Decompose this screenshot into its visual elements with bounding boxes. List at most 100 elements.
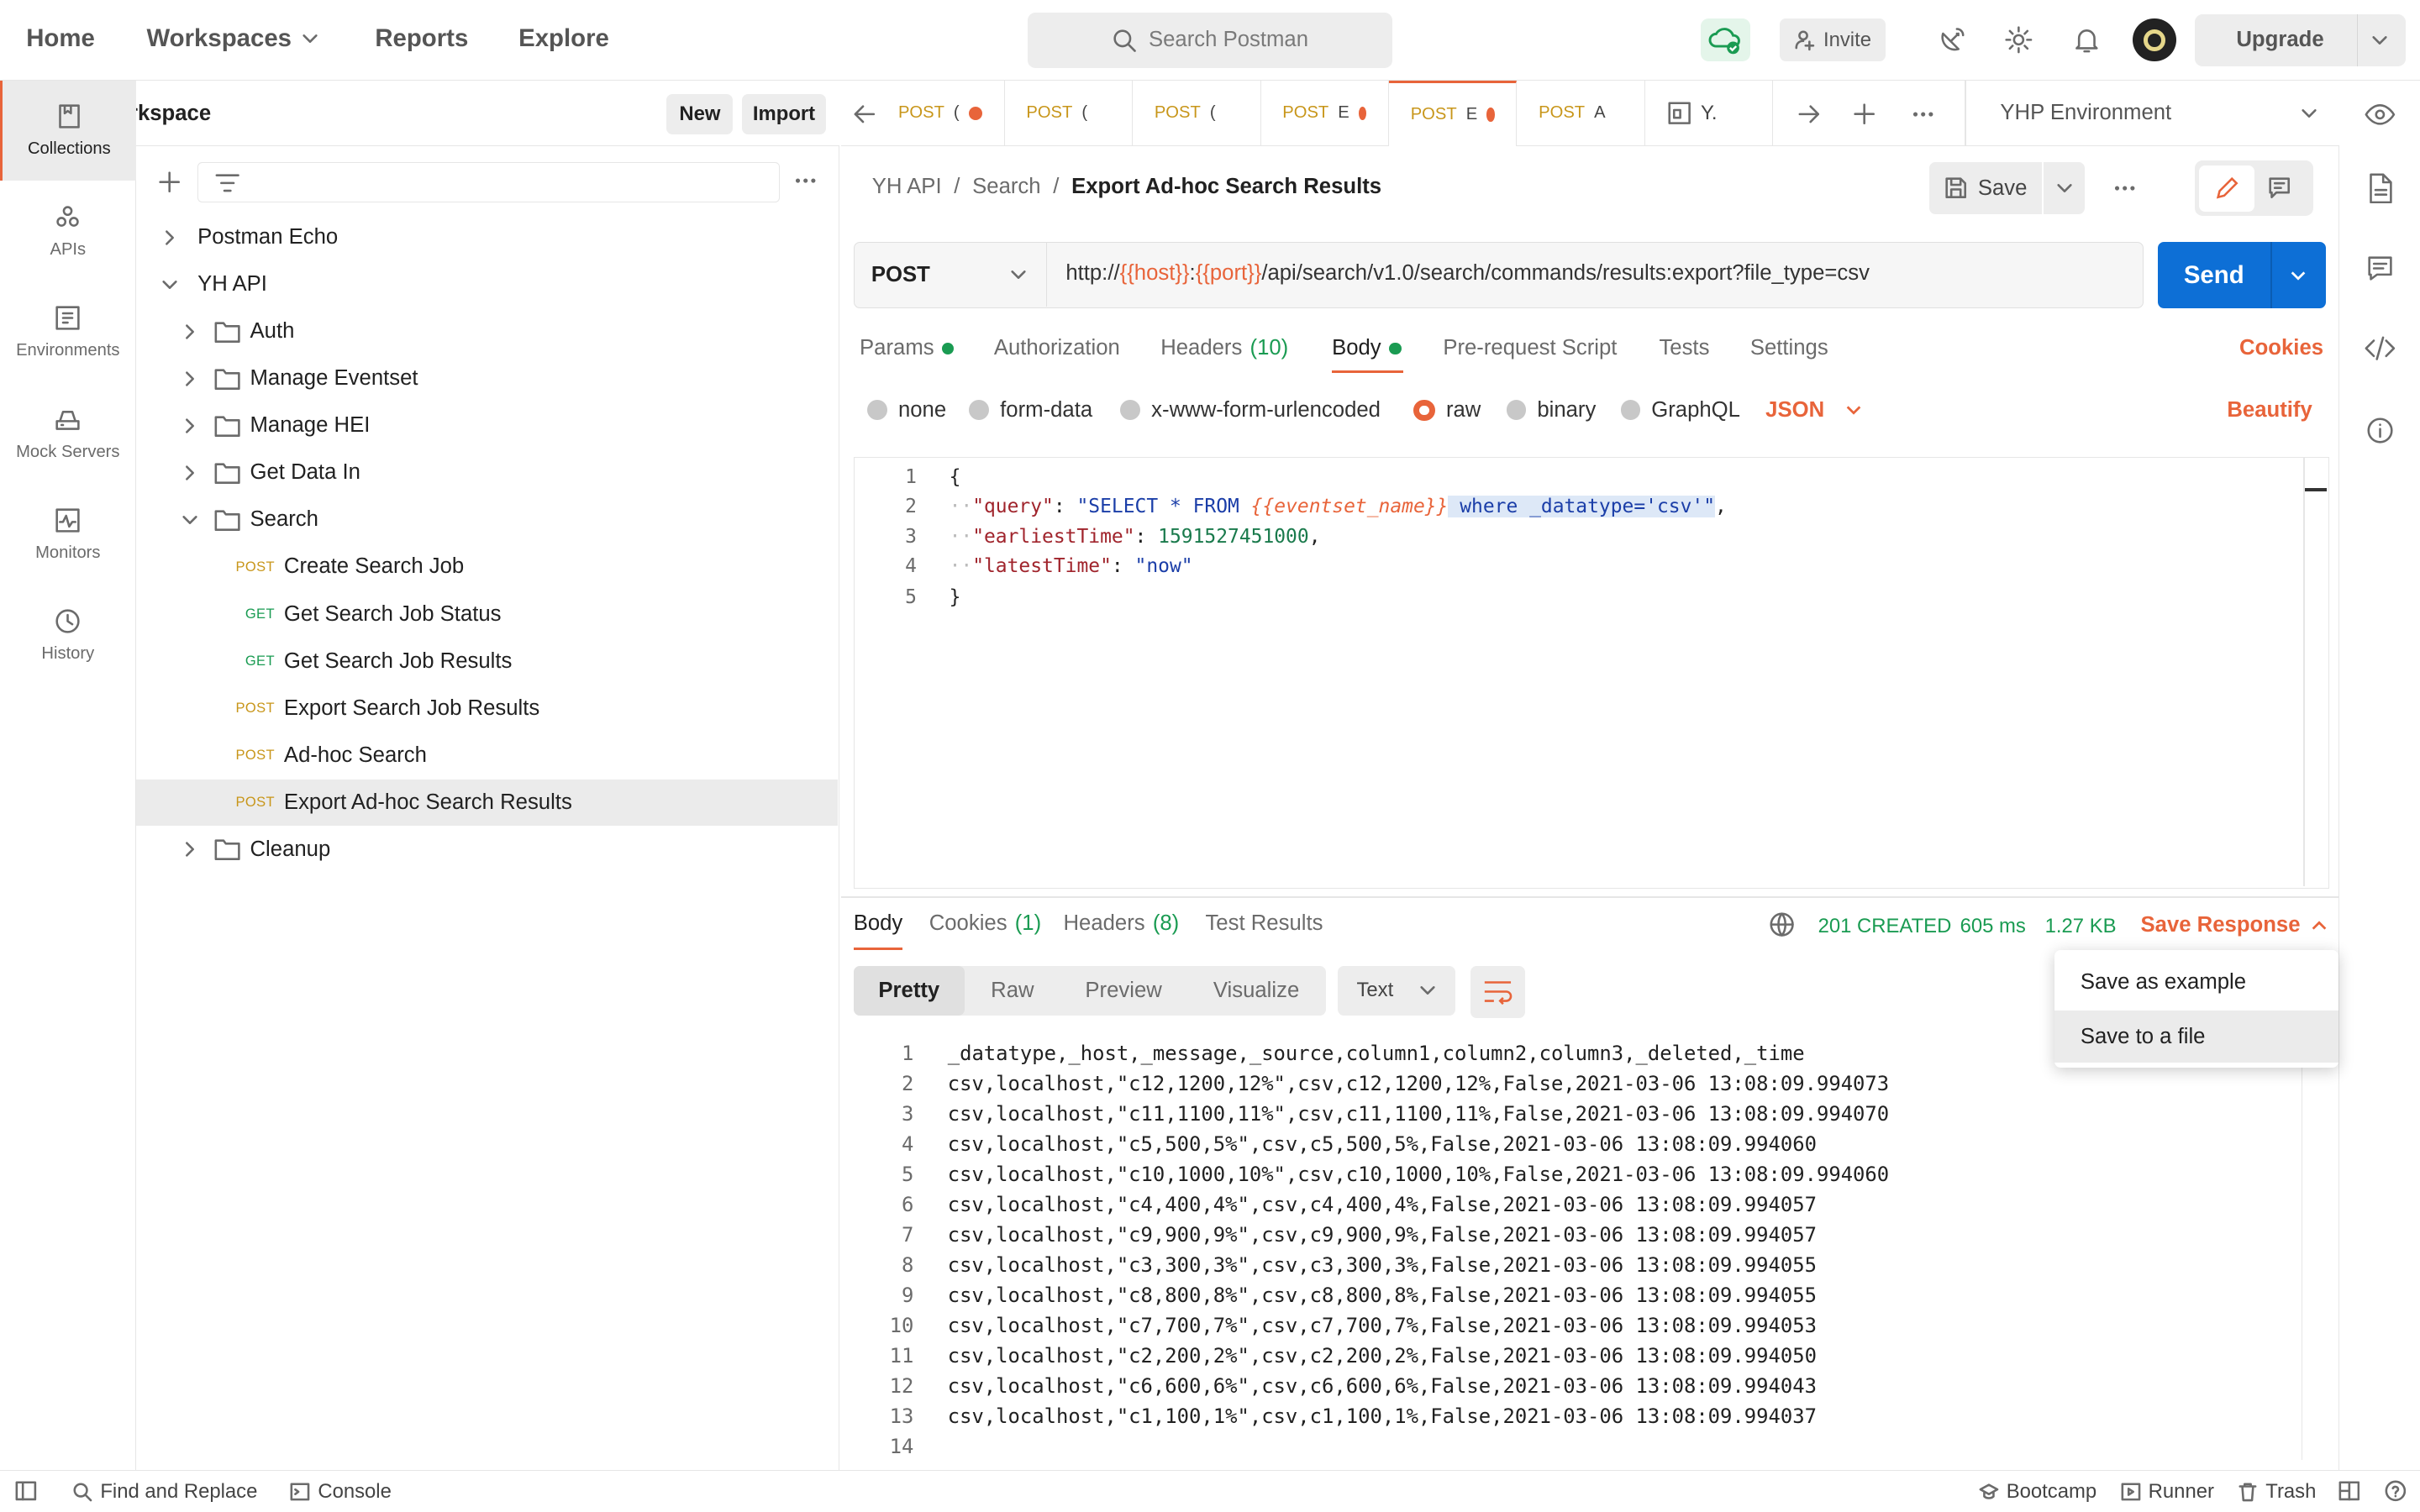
- radio-raw[interactable]: raw: [1413, 398, 1481, 423]
- tab-request-2[interactable]: POST (: [1005, 80, 1134, 147]
- bootcamp-button[interactable]: Bootcamp: [1979, 1480, 2096, 1504]
- request-item[interactable]: POST Export Search Job Results: [136, 685, 839, 731]
- chevron-right-icon[interactable]: [181, 464, 199, 482]
- tab-tests[interactable]: Tests: [1659, 336, 1709, 360]
- tab-body[interactable]: Body: [1332, 336, 1402, 360]
- nav-workspaces[interactable]: Workspaces: [146, 24, 319, 53]
- console-button[interactable]: Console: [290, 1480, 392, 1504]
- more-options-icon[interactable]: [2112, 179, 2137, 197]
- tab-prerequest-script[interactable]: Pre-request Script: [1443, 336, 1617, 360]
- method-select[interactable]: POST: [855, 243, 1048, 307]
- code-icon[interactable]: [2365, 336, 2396, 361]
- tab-request-7[interactable]: Y.: [1645, 80, 1774, 147]
- satellite-icon[interactable]: [1937, 24, 1968, 55]
- resp-tab-cookies[interactable]: Cookies (1): [929, 911, 1041, 936]
- new-tab-icon[interactable]: [1852, 102, 1876, 126]
- bell-icon[interactable]: [2071, 24, 2102, 55]
- request-item[interactable]: GET Get Search Job Results: [136, 638, 839, 684]
- gear-icon[interactable]: [2003, 24, 2034, 55]
- folder-item[interactable]: Search: [136, 496, 839, 543]
- menu-save-to-file[interactable]: Save to a file: [2054, 1011, 2338, 1063]
- chevron-down-icon[interactable]: [2370, 31, 2389, 50]
- chevron-right-icon[interactable]: [181, 417, 199, 435]
- tab-authorization[interactable]: Authorization: [994, 336, 1120, 360]
- sidebar-item-apis[interactable]: APIs: [0, 181, 136, 281]
- radio-none[interactable]: none: [867, 398, 946, 423]
- body-format-select[interactable]: JSON: [1765, 398, 1863, 423]
- view-visualize[interactable]: Visualize: [1186, 966, 1325, 1016]
- tab-headers[interactable]: Headers (10): [1160, 336, 1288, 360]
- environment-select[interactable]: YHP Environment: [1966, 81, 2337, 147]
- request-item[interactable]: POST Create Search Job: [136, 543, 839, 590]
- wrap-lines-button[interactable]: [1470, 965, 1525, 1019]
- find-replace-button[interactable]: Find and Replace: [72, 1480, 257, 1504]
- sidebar-item-environments[interactable]: Environments: [0, 282, 136, 382]
- help-button[interactable]: [2385, 1480, 2407, 1502]
- info-icon[interactable]: [2366, 417, 2394, 444]
- tab-request-3[interactable]: POST (: [1133, 80, 1261, 147]
- response-time[interactable]: 605 ms: [1960, 915, 2026, 938]
- tab-request-4[interactable]: POST E: [1261, 80, 1390, 147]
- layout-toggle-button[interactable]: [2338, 1480, 2360, 1502]
- chevron-right-icon[interactable]: [160, 228, 179, 247]
- chevron-right-icon[interactable]: [181, 370, 199, 388]
- request-item[interactable]: POST Ad-hoc Search: [136, 732, 839, 779]
- nav-reports[interactable]: Reports: [375, 24, 468, 53]
- resp-tab-test-results[interactable]: Test Results: [1205, 911, 1323, 936]
- folder-item[interactable]: Get Data In: [136, 449, 839, 496]
- filter-input[interactable]: [197, 161, 780, 202]
- tab-request-5[interactable]: POST E: [1389, 80, 1518, 147]
- sidebar-item-monitors[interactable]: Monitors: [0, 485, 136, 585]
- chevron-down-icon[interactable]: [2055, 179, 2074, 197]
- trash-button[interactable]: Trash: [2238, 1480, 2316, 1504]
- body-editor[interactable]: [853, 456, 2329, 889]
- eye-icon[interactable]: [2365, 99, 2396, 130]
- toggle-sidebar-button[interactable]: [15, 1480, 37, 1502]
- collection-item[interactable]: Postman Echo: [136, 214, 839, 260]
- breadcrumb-collection[interactable]: YH API: [872, 175, 942, 199]
- comments-icon[interactable]: [2366, 255, 2394, 282]
- send-button[interactable]: Send: [2158, 261, 2270, 290]
- tab-settings[interactable]: Settings: [1750, 336, 1828, 360]
- folder-item[interactable]: Manage Eventset: [136, 355, 839, 402]
- folder-item[interactable]: Auth: [136, 308, 839, 354]
- request-item[interactable]: POST Export Ad-hoc Search Results: [135, 779, 839, 826]
- sidebar-item-collections[interactable]: Collections: [0, 80, 136, 181]
- response-format-select[interactable]: Text: [1338, 965, 1455, 1016]
- search-input[interactable]: Search Postman: [1028, 12, 1392, 68]
- sidebar-item-history[interactable]: History: [0, 585, 136, 685]
- documentation-icon[interactable]: [2366, 173, 2394, 204]
- tab-params[interactable]: Params: [860, 336, 955, 360]
- nav-home[interactable]: Home: [26, 24, 95, 53]
- more-options-icon[interactable]: [793, 171, 818, 190]
- folder-item[interactable]: Manage HEI: [136, 402, 839, 449]
- tab-request-6[interactable]: POST A: [1517, 80, 1645, 147]
- editor-scroll-marker[interactable]: [2305, 488, 2327, 492]
- beautify-button[interactable]: Beautify: [2227, 398, 2312, 423]
- invite-button[interactable]: Invite: [1779, 18, 1886, 62]
- collection-item[interactable]: YH API: [136, 261, 839, 307]
- plus-icon[interactable]: [157, 170, 182, 194]
- tab-request-1[interactable]: POST (: [876, 80, 1005, 147]
- chevron-right-icon[interactable]: [181, 840, 199, 858]
- arrow-left-icon[interactable]: [854, 103, 876, 125]
- url-input[interactable]: http://{{host}}: {{port}}/api/search/v1.0…: [1065, 261, 1870, 286]
- import-button[interactable]: Import: [742, 94, 826, 134]
- response-size[interactable]: 1.27 KB: [2045, 915, 2117, 938]
- save-response-button[interactable]: Save Response: [2141, 913, 2328, 937]
- resp-tab-headers[interactable]: Headers (8): [1063, 911, 1179, 936]
- nav-explore[interactable]: Explore: [518, 24, 609, 53]
- sync-status-button[interactable]: [1701, 18, 1750, 62]
- upgrade-button[interactable]: Upgrade: [2194, 13, 2407, 66]
- comment-mode-icon[interactable]: [2267, 176, 2291, 200]
- view-pretty[interactable]: Pretty: [853, 965, 965, 1016]
- more-tabs-icon[interactable]: [1911, 105, 1935, 123]
- edit-mode-button[interactable]: [2199, 165, 2255, 212]
- save-button[interactable]: Save: [1929, 162, 2042, 214]
- folder-item[interactable]: Cleanup: [136, 827, 839, 873]
- radio-urlencoded[interactable]: x-www-form-urlencoded: [1120, 398, 1381, 423]
- status-code[interactable]: 201 CREATED: [1818, 915, 1952, 938]
- chevron-down-icon[interactable]: [181, 511, 199, 529]
- menu-save-as-example[interactable]: Save as example: [2054, 957, 2338, 1009]
- globe-icon[interactable]: [1769, 911, 1795, 937]
